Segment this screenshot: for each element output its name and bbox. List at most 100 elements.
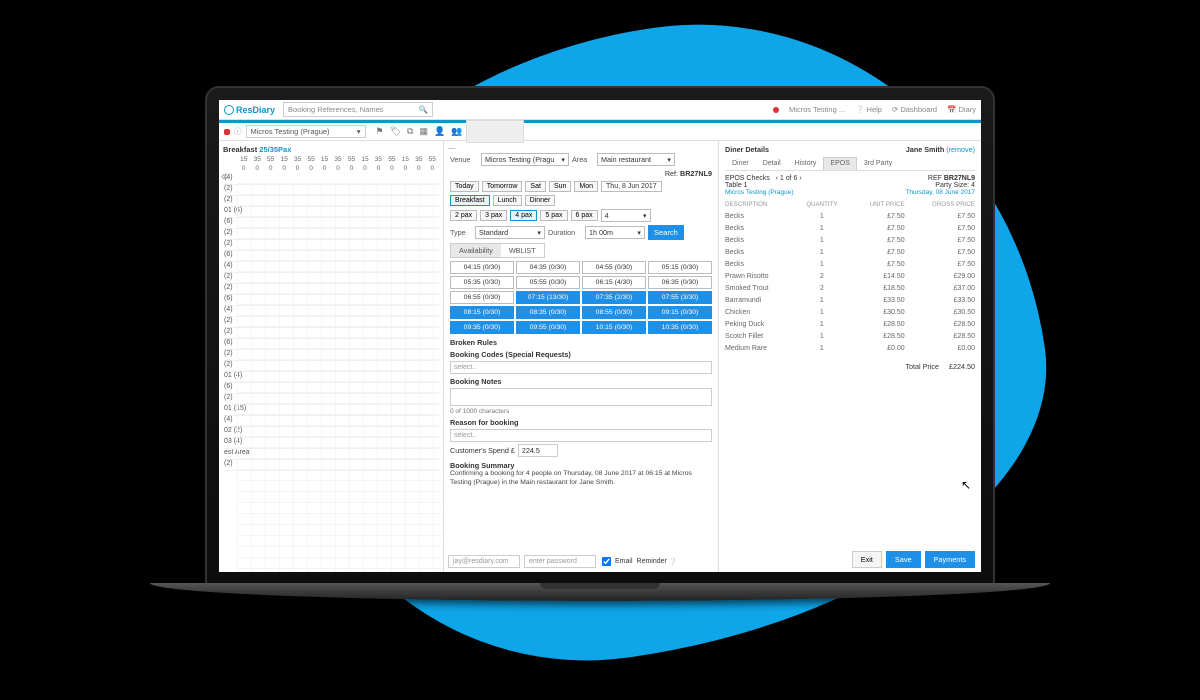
venue-field[interactable]: Micros Testing (Pragu▾ xyxy=(481,153,569,166)
pax-button[interactable]: 3 pax xyxy=(480,210,507,221)
time-slot[interactable]: 09:15 (0/30) xyxy=(648,306,712,319)
table-row[interactable]: (6) xyxy=(223,218,439,229)
email-input[interactable]: jay@resdiary.com xyxy=(448,555,520,568)
pax-button[interactable]: 6 pax xyxy=(571,210,598,221)
table-row[interactable]: (2) xyxy=(223,350,439,361)
table-row[interactable]: (2) xyxy=(223,273,439,284)
table-row[interactable]: (2) xyxy=(223,328,439,339)
time-slot[interactable]: 05:55 (0/30) xyxy=(516,276,580,289)
time-slot[interactable]: 07:35 (2/30) xyxy=(582,291,646,304)
calendar-icon[interactable]: ▦ xyxy=(419,126,428,137)
time-slot[interactable]: 04:35 (0/30) xyxy=(516,261,580,274)
time-slot[interactable]: 06:55 (0/30) xyxy=(450,291,514,304)
meal-button[interactable]: Breakfast xyxy=(450,195,490,206)
time-slot[interactable]: 08:55 (0/30) xyxy=(582,306,646,319)
table-row[interactable]: (2) xyxy=(223,361,439,372)
time-slot[interactable]: 07:55 (3/30) xyxy=(648,291,712,304)
meal-button[interactable]: Lunch xyxy=(493,195,522,206)
flag-icon[interactable]: ⚑ xyxy=(376,126,384,137)
diner-tab[interactable]: Diner xyxy=(725,157,756,170)
time-slot[interactable]: 08:15 (0/30) xyxy=(450,306,514,319)
day-button[interactable]: Tomorrow xyxy=(482,181,523,192)
time-slot[interactable]: 09:55 (0/30) xyxy=(516,321,580,334)
search-button[interactable]: Search xyxy=(648,225,684,240)
password-input[interactable]: enter password xyxy=(524,555,596,568)
minimize-icon[interactable]: — xyxy=(448,143,455,152)
table-row[interactable]: (6) xyxy=(223,383,439,394)
next-icon[interactable]: › xyxy=(799,175,801,182)
table-row[interactable]: (2) xyxy=(223,196,439,207)
time-slot[interactable]: 07:15 (13/30) xyxy=(516,291,580,304)
time-slot[interactable]: 10:35 (0/30) xyxy=(648,321,712,334)
diner-tab[interactable]: 3rd Party xyxy=(857,157,899,170)
center-tab[interactable]: WBLIST xyxy=(501,244,544,257)
prev-icon[interactable]: ‹ xyxy=(776,175,778,182)
search-input[interactable]: Booking References, Names 🔍 xyxy=(283,102,433,117)
time-slot[interactable]: 10:15 (0/30) xyxy=(582,321,646,334)
date-field[interactable]: Thu, 8 Jun 2017 xyxy=(601,181,662,192)
pax-select[interactable]: 4▾ xyxy=(601,209,651,222)
time-slot[interactable]: 08:35 (0/30) xyxy=(516,306,580,319)
venue-select[interactable]: Micros Testing (Prague)▾ xyxy=(246,125,366,138)
table-row[interactable]: 01 (6) xyxy=(223,207,439,218)
table-row[interactable]: 01 (15) xyxy=(223,405,439,416)
table-row[interactable]: 02 (2) xyxy=(223,427,439,438)
table-row[interactable]: (6) xyxy=(223,339,439,350)
day-button[interactable]: Today xyxy=(450,181,479,192)
notes-input[interactable] xyxy=(450,388,712,406)
table-row[interactable]: (2) xyxy=(223,240,439,251)
table-row[interactable]: (6) xyxy=(223,295,439,306)
table-row[interactable]: (2) xyxy=(223,394,439,405)
table-row[interactable]: (2) xyxy=(223,284,439,295)
table-row[interactable]: (4) xyxy=(223,416,439,427)
center-tab[interactable]: Availability xyxy=(451,244,501,257)
duration-select[interactable]: 1h 00m▾ xyxy=(585,226,645,239)
table-row[interactable]: (4) xyxy=(223,174,439,185)
day-button[interactable]: Sat xyxy=(525,181,546,192)
exit-button[interactable]: Exit xyxy=(852,551,882,568)
diner-tab[interactable]: EPOS xyxy=(823,157,856,170)
time-slot[interactable]: 06:15 (4/30) xyxy=(582,276,646,289)
diner-tab[interactable]: History xyxy=(788,157,824,170)
spend-input[interactable]: 224.5 xyxy=(518,444,558,457)
table-row[interactable]: (2) xyxy=(223,317,439,328)
pax-button[interactable]: 4 pax xyxy=(510,210,537,221)
scroll-left-icon[interactable]: « xyxy=(221,169,228,183)
diner-tab[interactable]: Detail xyxy=(756,157,788,170)
table-row[interactable]: est Area xyxy=(223,449,439,460)
table-row[interactable]: 01 (4) xyxy=(223,372,439,383)
pax-button[interactable]: 5 pax xyxy=(540,210,567,221)
time-slot[interactable]: 05:35 (0/30) xyxy=(450,276,514,289)
users-icon[interactable]: 👥 xyxy=(451,126,462,137)
time-slot[interactable]: 06:35 (0/30) xyxy=(648,276,712,289)
day-button[interactable]: Mon xyxy=(574,181,598,192)
help-link[interactable]: ❔ Help xyxy=(855,105,882,114)
table-row[interactable]: (2) xyxy=(223,185,439,196)
table-row[interactable]: (4) xyxy=(223,262,439,273)
payments-button[interactable]: Payments xyxy=(925,551,975,568)
table-row[interactable]: (6) xyxy=(223,251,439,262)
save-button[interactable]: Save xyxy=(886,551,921,568)
table-row[interactable]: (4) xyxy=(223,306,439,317)
time-slot[interactable]: 09:35 (0/30) xyxy=(450,321,514,334)
meal-button[interactable]: Dinner xyxy=(525,195,556,206)
type-select[interactable]: Standard▾ xyxy=(475,226,545,239)
codes-select[interactable]: select.. xyxy=(450,361,712,374)
day-button[interactable]: Sun xyxy=(549,181,571,192)
remove-link[interactable]: (remove) xyxy=(946,145,975,154)
diary-link[interactable]: 📅 Diary xyxy=(947,105,976,114)
time-slot[interactable]: 05:15 (0/30) xyxy=(648,261,712,274)
area-field[interactable]: Main restaurant▾ xyxy=(597,153,675,166)
time-slot[interactable]: 04:15 (0/30) xyxy=(450,261,514,274)
copy-icon[interactable]: ⧉ xyxy=(407,126,413,137)
email-checkbox[interactable]: Email xyxy=(600,555,633,568)
time-slot[interactable]: 04:55 (0/30) xyxy=(582,261,646,274)
tag-icon[interactable]: 🏷 xyxy=(390,126,401,137)
reminder-checkbox[interactable]: Reminder ❔ xyxy=(637,558,678,566)
dashboard-link[interactable]: ⟳ Dashboard xyxy=(892,105,937,114)
reason-select[interactable]: select.. xyxy=(450,429,712,442)
table-row[interactable]: (2) xyxy=(223,460,439,471)
user-icon[interactable]: 👤 xyxy=(434,126,445,137)
table-row[interactable]: 03 (4) xyxy=(223,438,439,449)
pax-button[interactable]: 2 pax xyxy=(450,210,477,221)
